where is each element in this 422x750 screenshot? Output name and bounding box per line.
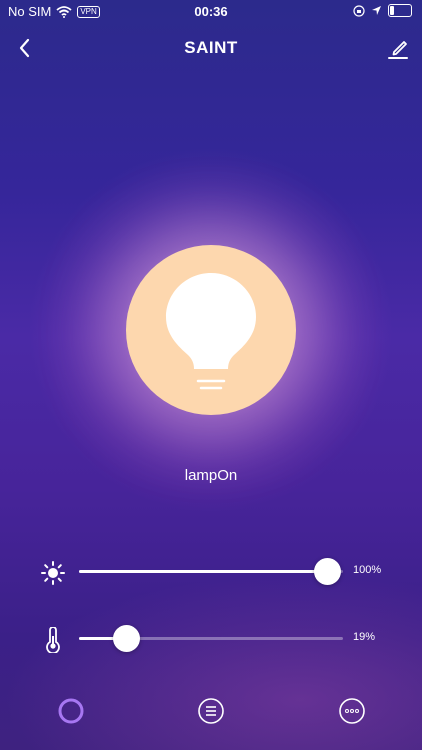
pencil-icon <box>388 41 408 59</box>
lamp-toggle[interactable] <box>126 245 296 415</box>
temperature-value: 19% <box>353 631 376 643</box>
ring-icon <box>58 698 84 724</box>
light-bulb-icon <box>166 273 256 390</box>
page-title: SAINT <box>184 38 238 57</box>
lamp-status-label: lampOn <box>184 467 238 484</box>
brightness-thumb[interactable] <box>314 558 342 585</box>
battery-icon <box>388 4 412 17</box>
status-right <box>353 4 412 17</box>
tab-list[interactable] <box>196 696 226 726</box>
brightness-value: 100% <box>353 564 382 576</box>
sun-icon <box>41 561 65 585</box>
temperature-thumb[interactable] <box>113 625 141 652</box>
brightness-fill <box>79 570 328 573</box>
temperature-slider-row: 19% <box>0 619 422 659</box>
rotation-lock-icon <box>353 4 365 17</box>
brightness-slider-row: 100% <box>0 552 422 592</box>
tab-lamp[interactable] <box>56 696 86 726</box>
thermometer-icon <box>46 627 60 653</box>
tab-more[interactable] <box>337 696 367 726</box>
more-icon <box>339 698 365 724</box>
nav-bar: SAINT <box>0 28 422 68</box>
temperature-slider[interactable] <box>79 625 343 652</box>
status-bar: No SIM VPN 00:36 <box>0 0 422 24</box>
list-icon <box>198 698 224 724</box>
edit-button[interactable] <box>384 34 412 62</box>
location-icon <box>372 6 381 15</box>
brightness-slider[interactable] <box>79 558 343 585</box>
bottom-tab-bar <box>0 692 422 732</box>
